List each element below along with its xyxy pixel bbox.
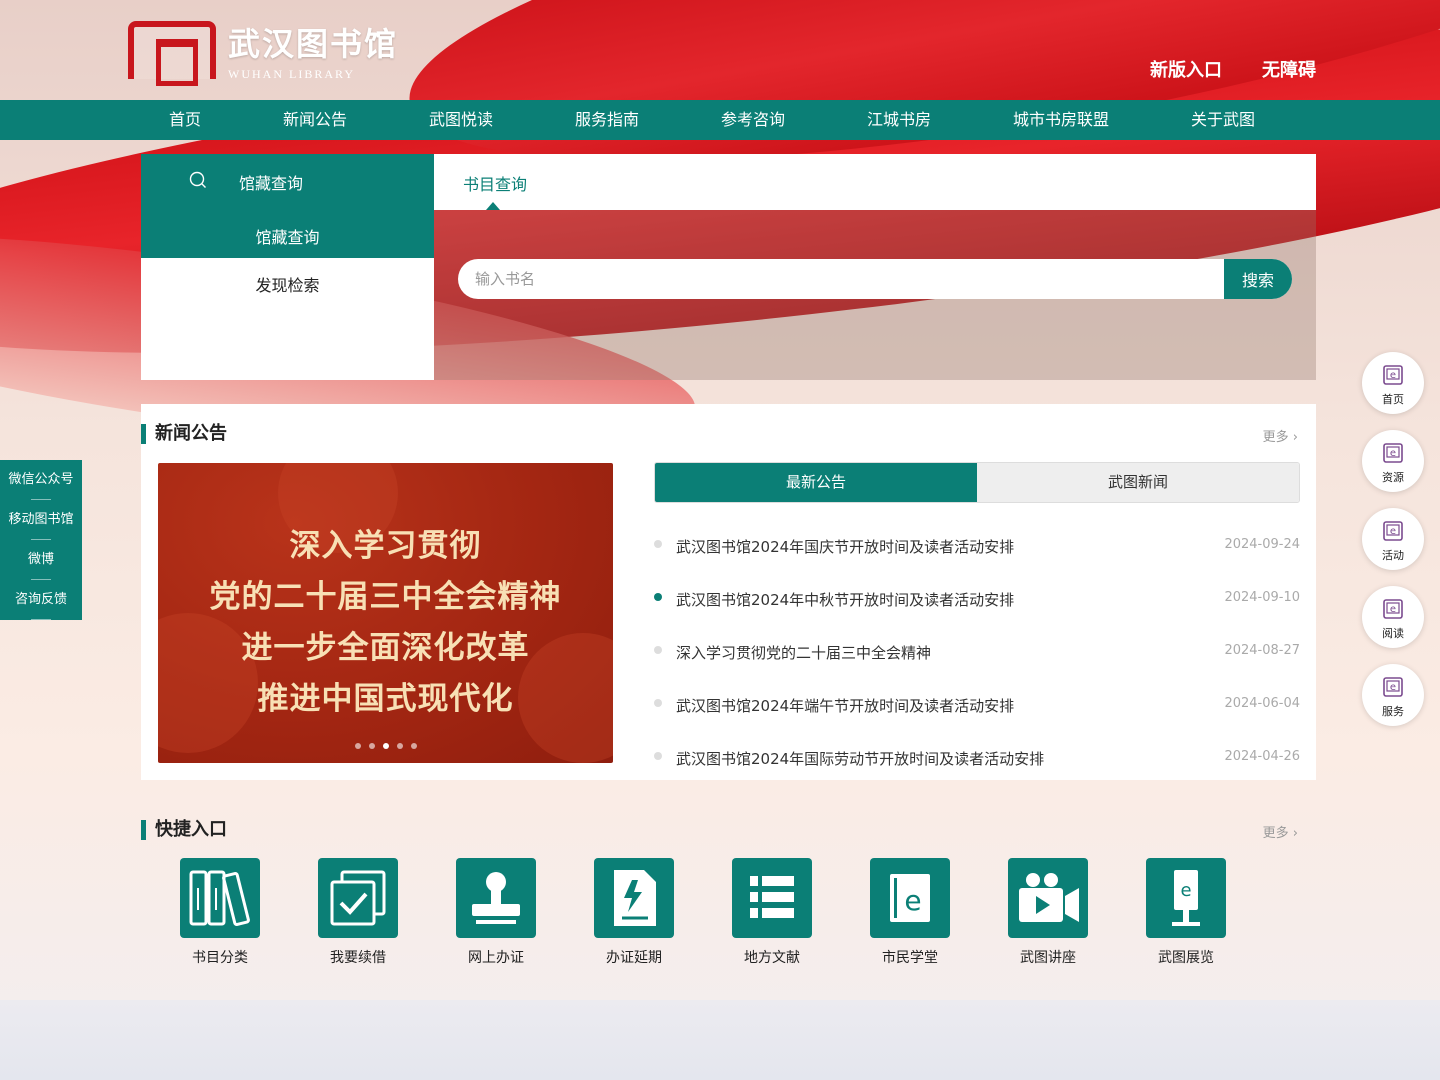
nav-item-reference[interactable]: 参考咨询 — [721, 100, 785, 140]
stamp-icon — [472, 872, 520, 924]
logo-english-name: WUHAN LIBRARY — [228, 66, 355, 81]
quick-entry-local-docs[interactable]: 地方文献 — [712, 858, 832, 967]
banner-dot — [354, 743, 361, 749]
news-list: 武汉图书馆2024年国庆节开放时间及读者活动安排 2024-09-24 武汉图书馆… — [654, 522, 1300, 787]
news-tabs: 最新公告 武图新闻 — [654, 462, 1300, 503]
list-item[interactable]: 武汉图书馆2024年国际劳动节开放时间及读者活动安排 2024-04-26 — [654, 734, 1300, 787]
chevron-right-icon: › — [1292, 826, 1298, 841]
svg-text:e: e — [1180, 880, 1191, 901]
kiosk-icon: e — [1172, 870, 1200, 926]
banner-pagination[interactable] — [158, 743, 613, 749]
banner-dot — [368, 743, 375, 749]
books-icon — [189, 870, 250, 927]
quick-entry-lectures[interactable]: 武图讲座 — [988, 858, 1108, 967]
float-home-button[interactable]: e 首页 — [1362, 352, 1424, 414]
nav-item-news[interactable]: 新闻公告 — [283, 100, 347, 140]
ebook-icon: e — [1383, 443, 1403, 463]
quick-entry-catalog[interactable]: 书目分类 — [160, 858, 280, 967]
mobile-library-link[interactable]: 移动图书馆 — [0, 500, 82, 540]
nav-item-service-guide[interactable]: 服务指南 — [575, 100, 639, 140]
nav-item-reading[interactable]: 武图悦读 — [429, 100, 493, 140]
nav-item-jiangcheng-study[interactable]: 江城书房 — [867, 100, 931, 140]
list-item[interactable]: 武汉图书馆2024年国庆节开放时间及读者活动安排 2024-09-24 — [654, 522, 1300, 575]
svg-text:e: e — [904, 884, 921, 917]
tab-catalog-search[interactable]: 书目查询 — [463, 171, 527, 195]
news-more-link[interactable]: 更多 › — [1263, 426, 1298, 445]
bullet-icon — [654, 699, 662, 707]
quick-more-link[interactable]: 更多 › — [1263, 822, 1298, 841]
wechat-link[interactable]: 微信公众号 — [0, 460, 82, 500]
banner-dot — [396, 743, 403, 749]
svg-text:e: e — [1390, 526, 1396, 537]
quick-entry-online-card[interactable]: 网上办证 — [436, 858, 556, 967]
ebook-icon: e — [1383, 365, 1403, 385]
renew-check-icon — [330, 870, 386, 926]
left-floating-bar: 微信公众号 移动图书馆 微博 咨询反馈 — [0, 460, 82, 620]
catalog-search-panel: 书目查询 搜索 — [434, 154, 1316, 380]
ebook-icon: e — [1383, 677, 1403, 697]
banner-text: 深入学习贯彻 党的二十届三中全会精神 进一步全面深化改革 推进中国式现代化 — [209, 528, 562, 717]
quick-entry-card-extension[interactable]: 办证延期 — [574, 858, 694, 967]
svg-text:e: e — [1390, 604, 1396, 615]
svg-text:e: e — [1390, 448, 1396, 459]
tab-library-news[interactable]: 武图新闻 — [977, 463, 1299, 502]
nav-item-about[interactable]: 关于武图 — [1191, 100, 1255, 140]
list-icon — [750, 876, 794, 918]
search-option-discovery[interactable]: 发现检索 — [141, 272, 434, 296]
nav-item-city-study-alliance[interactable]: 城市书房联盟 — [1013, 100, 1109, 140]
logo-chinese-name: 武汉图书馆 — [228, 24, 399, 63]
ebook-icon: e — [1383, 599, 1403, 619]
float-activities-button[interactable]: e 活动 — [1362, 508, 1424, 570]
news-section-title: 新闻公告 — [141, 424, 227, 444]
library-building-background — [0, 1000, 1440, 1080]
search-panel-title: 馆藏查询 — [239, 174, 304, 193]
video-camera-icon — [1019, 873, 1079, 922]
feedback-link[interactable]: 咨询反馈 — [0, 580, 82, 620]
search-type-panel: 馆藏查询 馆藏查询 发现检索 — [141, 154, 434, 380]
active-tab-caret — [486, 202, 500, 210]
library-logo[interactable]: 武汉图书馆 WUHAN LIBRARY — [128, 20, 408, 86]
main-nav: 首页 新闻公告 武图悦读 服务指南 参考咨询 江城书房 城市书房联盟 关于武图 — [0, 100, 1440, 140]
list-item[interactable]: 武汉图书馆2024年端午节开放时间及读者活动安排 2024-06-04 — [654, 681, 1300, 734]
chevron-right-icon: › — [1292, 430, 1298, 445]
document-bolt-icon — [614, 870, 656, 926]
float-services-button[interactable]: e 服务 — [1362, 664, 1424, 726]
banner-dot — [410, 743, 417, 749]
quick-entry-renew[interactable]: 我要续借 — [298, 858, 418, 967]
right-floating-bar: e 首页 e 资源 e 活动 e 阅读 e 服务 — [1362, 352, 1428, 742]
quick-entry-section: 快捷入口 更多 › 书目分类 我要续借 网上办证 办证延期 地方文献 e 市民学… — [141, 800, 1316, 980]
quick-entry-citizen-school[interactable]: e 市民学堂 — [850, 858, 970, 967]
float-reading-button[interactable]: e 阅读 — [1362, 586, 1424, 648]
list-item[interactable]: 武汉图书馆2024年中秋节开放时间及读者活动安排 2024-09-10 — [654, 575, 1300, 628]
svg-text:e: e — [1390, 682, 1396, 693]
ebook-icon: e — [890, 874, 930, 922]
new-version-link[interactable]: 新版入口 — [1150, 56, 1222, 82]
accessibility-link[interactable]: 无障碍 — [1262, 56, 1316, 82]
tab-latest-announcements[interactable]: 最新公告 — [655, 463, 977, 502]
bullet-icon — [654, 646, 662, 654]
logo-mark-icon — [128, 21, 216, 86]
svg-text:e: e — [1390, 370, 1396, 381]
bullet-icon — [654, 593, 662, 601]
ebook-icon: e — [1383, 521, 1403, 541]
search-box: 搜索 — [458, 259, 1292, 299]
nav-item-home[interactable]: 首页 — [169, 100, 201, 140]
quick-section-title: 快捷入口 — [141, 820, 227, 840]
quick-entry-exhibitions[interactable]: e 武图展览 — [1126, 858, 1246, 967]
search-option-collection[interactable]: 馆藏查询 — [141, 224, 434, 248]
bullet-icon — [654, 540, 662, 548]
search-button[interactable]: 搜索 — [1224, 259, 1292, 299]
banner-dot-active — [382, 743, 389, 749]
float-resources-button[interactable]: e 资源 — [1362, 430, 1424, 492]
list-item[interactable]: 深入学习贯彻党的二十届三中全会精神 2024-08-27 — [654, 628, 1300, 681]
search-icon — [189, 171, 206, 188]
bullet-icon — [654, 752, 662, 760]
header-links: 新版入口 无障碍 — [1150, 56, 1316, 82]
book-search-input[interactable] — [458, 259, 1224, 299]
news-banner[interactable]: 深入学习贯彻 党的二十届三中全会精神 进一步全面深化改革 推进中国式现代化 — [158, 463, 613, 763]
news-section: 新闻公告 更多 › 深入学习贯彻 党的二十届三中全会精神 进一步全面深化改革 推… — [141, 404, 1316, 780]
weibo-link[interactable]: 微博 — [0, 540, 82, 580]
